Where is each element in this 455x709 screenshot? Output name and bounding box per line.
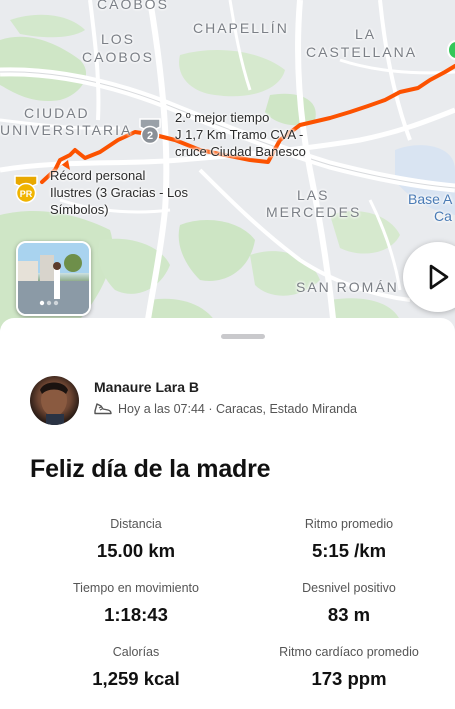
stat-calories: Calorías 1,259 kcal <box>31 645 241 690</box>
avatar-image <box>40 382 68 425</box>
activity-map[interactable]: CAOBOS LOS CAOBOS CHAPELLÍN LA CASTELLAN… <box>0 0 455 340</box>
pr-callout-line1: Récord personal <box>50 168 146 183</box>
map-label-los: LOS <box>101 31 136 47</box>
athlete-name[interactable]: Manaure Lara B <box>94 379 199 395</box>
stat-elevation-gain: Desnivel positivo 83 m <box>244 581 454 626</box>
map-label-las: LAS <box>297 187 330 203</box>
map-label-chapellin: CHAPELLÍN <box>193 20 289 36</box>
activity-title: Feliz día de la madre <box>30 455 271 483</box>
segment-callout-line2: J 1,7 Km Tramo CVA - <box>175 127 304 142</box>
segment-medal-icon[interactable]: 2 <box>137 117 163 145</box>
pr-callout-line2: Ilustres (3 Gracias - Los <box>50 185 188 200</box>
map-label-ciudad: CIUDAD <box>24 105 90 121</box>
stat-value: 173 ppm <box>311 668 387 689</box>
map-label-la: LA <box>355 26 377 42</box>
photo-thumbnail[interactable] <box>16 241 91 316</box>
stat-label: Tiempo en movimiento <box>73 581 199 595</box>
stat-value: 15.00 km <box>96 540 176 561</box>
stat-avg-heart-rate: Ritmo cardíaco promedio 173 ppm <box>244 645 454 690</box>
stat-moving-time: Tiempo en movimiento 1:18:43 <box>31 581 241 626</box>
avatar[interactable] <box>30 376 79 425</box>
stat-value: 83 m <box>327 604 371 625</box>
stat-distance: Distancia 15.00 km <box>31 517 241 562</box>
stat-label: Calorías <box>112 645 160 659</box>
stat-label: Ritmo promedio <box>304 517 394 531</box>
stat-value: 1:18:43 <box>104 604 168 625</box>
segment-medal-number: 2 <box>147 130 153 142</box>
photo-image <box>18 243 89 314</box>
stat-value: 5:15 /km <box>311 540 387 561</box>
drag-handle[interactable] <box>221 334 265 339</box>
activity-sheet: Manaure Lara B Hoy a las 07:44 · Caracas… <box>0 318 455 709</box>
map-label-caobos: CAOBOS <box>82 49 154 65</box>
stat-value: 1,259 kcal <box>92 668 180 689</box>
activity-meta: Hoy a las 07:44 · Caracas, Estado Mirand… <box>118 402 358 416</box>
segment-callout-line3: cruce Ciudad Banesco <box>175 144 306 159</box>
map-label-castellana: CASTELLANA <box>306 44 418 60</box>
shoe-icon <box>94 403 112 415</box>
map-label-san-roman: SAN ROMÁN <box>296 279 399 295</box>
pr-callout-line3: Símbolos) <box>50 202 109 217</box>
map-label-caobos-top: CAOBOS <box>97 0 169 12</box>
segment-callout[interactable]: 2.º mejor tiempo J 1,7 Km Tramo CVA - cr… <box>175 109 306 160</box>
map-label-base-a: Base A <box>408 191 453 207</box>
segment-callout-line1: 2.º mejor tiempo <box>175 110 270 125</box>
play-triangle-icon <box>429 264 449 290</box>
play-flyover-button[interactable] <box>403 242 455 312</box>
stat-label: Desnivel positivo <box>302 581 396 595</box>
personal-record-icon[interactable]: PR <box>12 174 40 204</box>
personal-record-badge-text: PR <box>20 189 33 199</box>
map-label-ca: Ca <box>434 208 452 224</box>
stat-avg-pace: Ritmo promedio 5:15 /km <box>244 517 454 562</box>
map-label-universitaria: UNIVERSITARIA <box>0 122 133 138</box>
stat-label: Distancia <box>110 517 162 531</box>
map-label-mercedes: MERCEDES <box>266 204 362 220</box>
stat-label: Ritmo cardíaco promedio <box>279 645 419 659</box>
pr-callout[interactable]: Récord personal Ilustres (3 Gracias - Lo… <box>50 167 188 218</box>
